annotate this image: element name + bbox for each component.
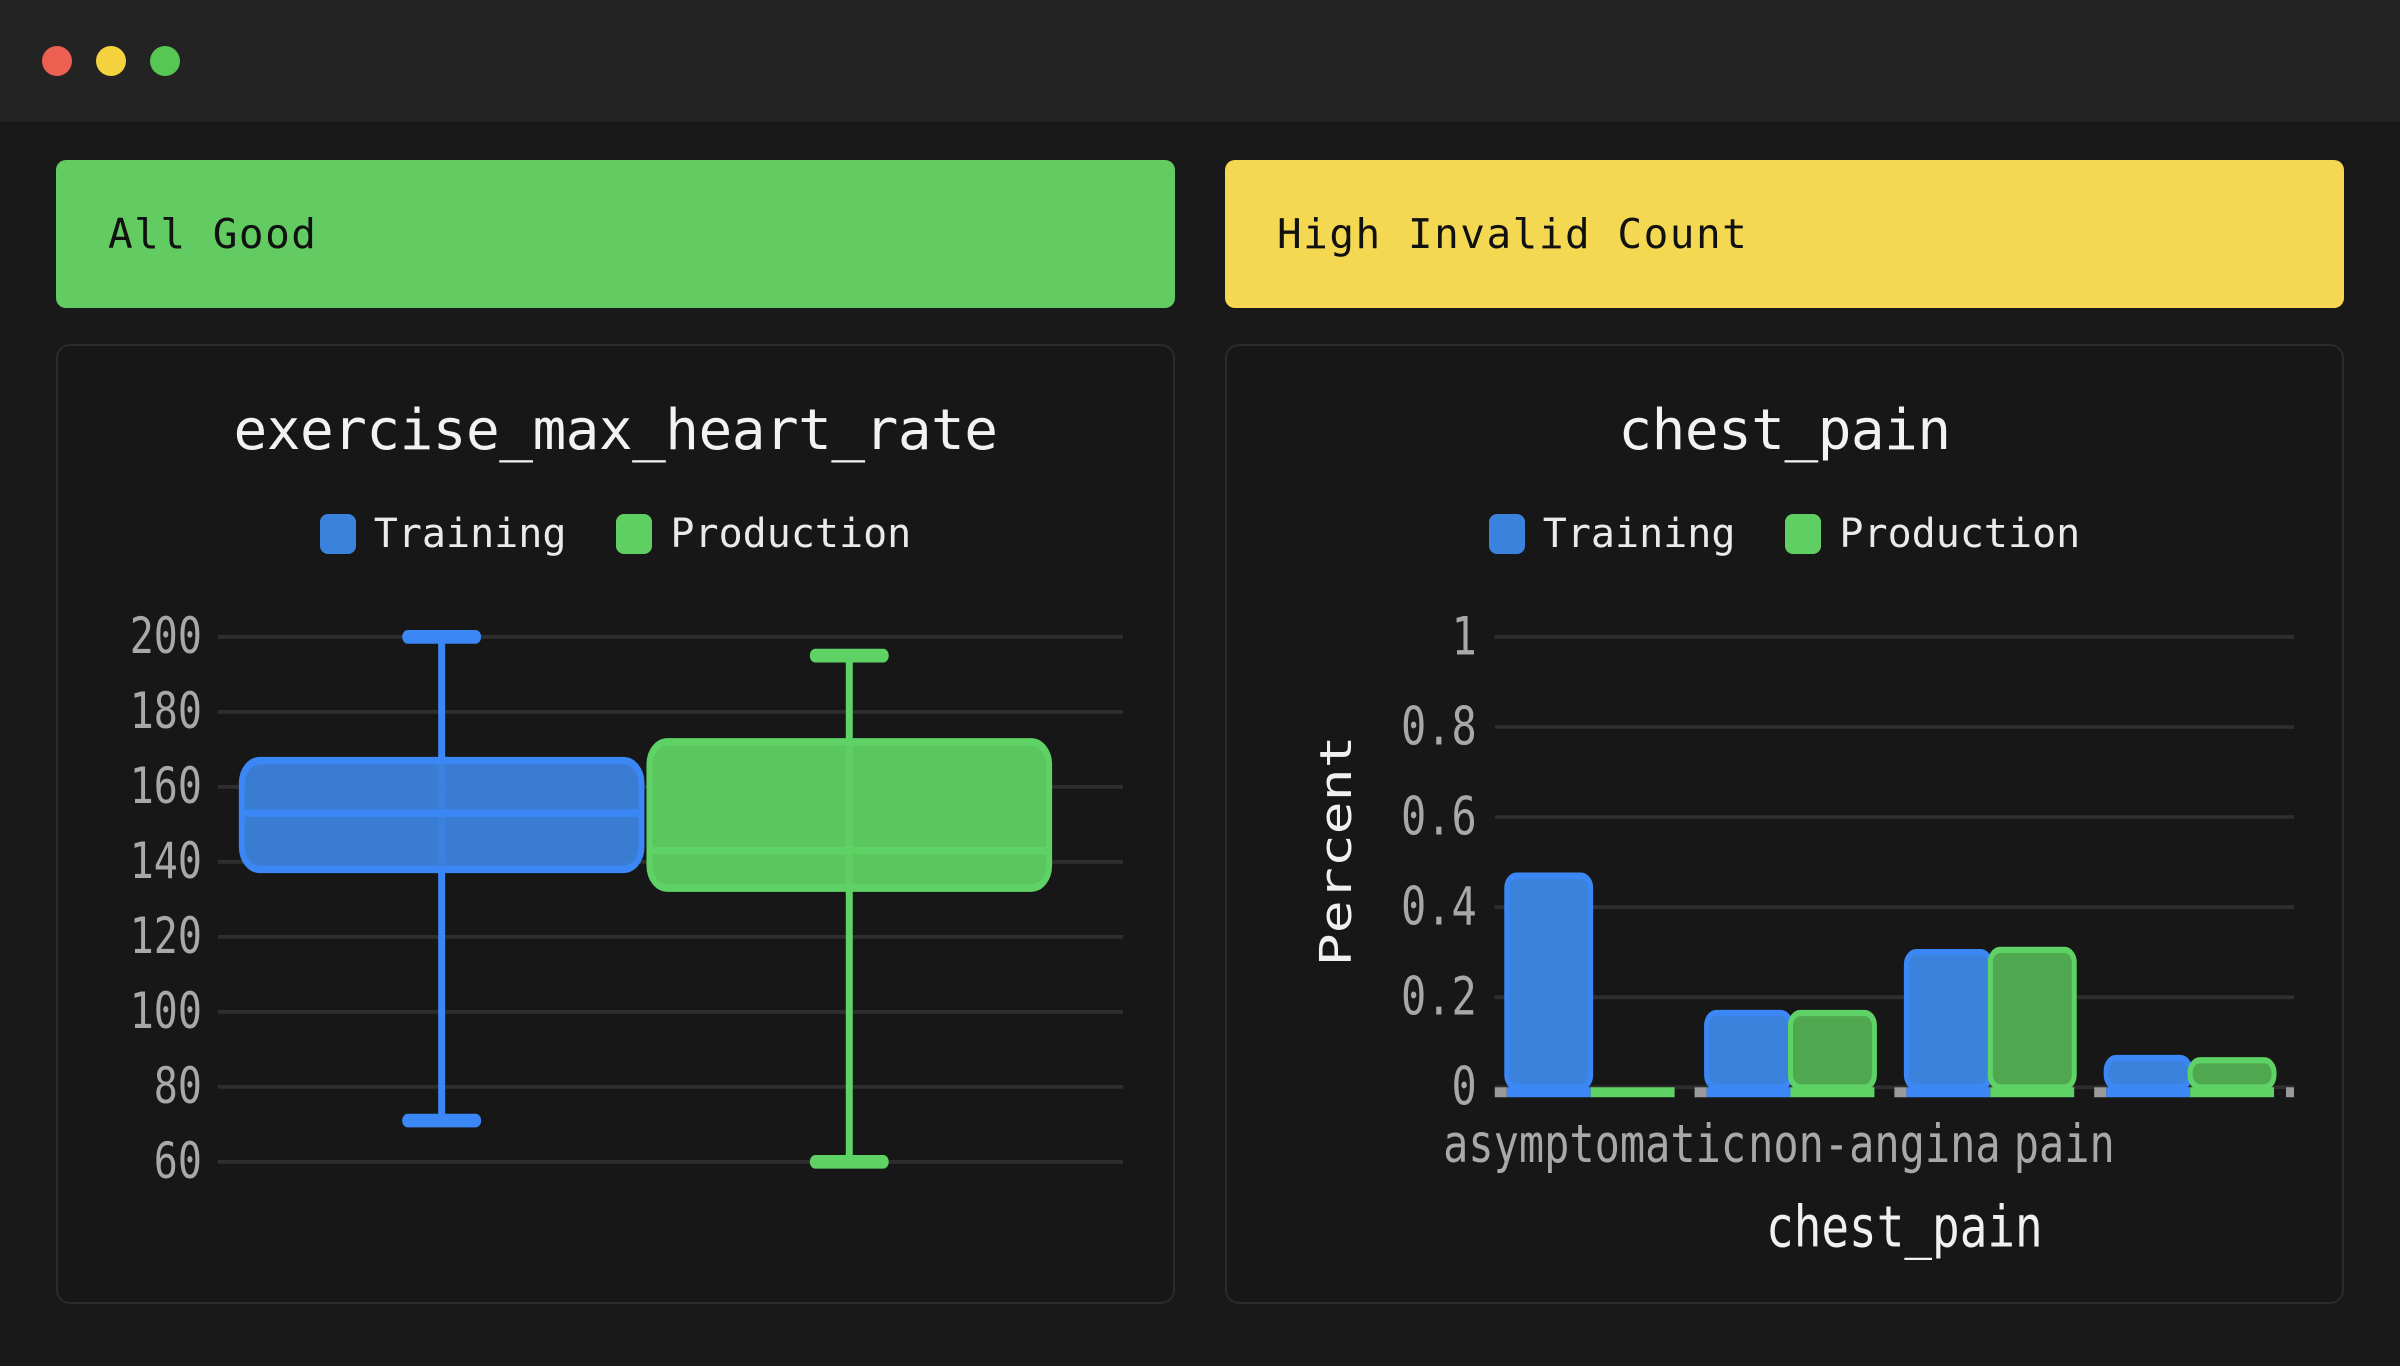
boxplot-svg: 200 180 160 140 120 100 80 60 — [86, 577, 1145, 1274]
barchart-x-tick-label: asymptomatic — [1443, 1115, 1746, 1176]
boxplot-y-tick-label: 80 — [154, 1057, 202, 1115]
boxplot-box-training[interactable] — [242, 637, 642, 1121]
legend-item-production[interactable]: Production — [1785, 511, 2080, 557]
chart-title: chest_pain — [1618, 398, 1950, 463]
legend-item-training[interactable]: Training — [1489, 511, 1736, 557]
close-button[interactable] — [42, 46, 72, 76]
barchart-x-tick-labels: asymptomaticnon-anginapain — [1443, 1115, 2115, 1176]
chart-card-row: exercise_max_heart_rate Training Product… — [56, 344, 2344, 1304]
boxplot-y-tick-label: 140 — [130, 832, 202, 890]
window-titlebar — [0, 0, 2400, 122]
barchart-bar[interactable] — [1507, 876, 1591, 1088]
legend-swatch-production-icon — [1785, 514, 1821, 554]
legend-item-training[interactable]: Training — [320, 511, 567, 557]
status-banner-row: All Good High Invalid Count — [56, 160, 2344, 308]
boxplot-y-tick-label: 100 — [130, 982, 202, 1040]
barchart-y-tick-label: 0.2 — [1401, 967, 1477, 1028]
legend-swatch-training-icon — [320, 514, 356, 554]
legend-swatch-training-icon — [1489, 514, 1525, 554]
window-controls — [42, 46, 180, 76]
chart-legend: Training Production — [320, 511, 911, 557]
minimize-button[interactable] — [96, 46, 126, 76]
legend-label-training: Training — [1543, 511, 1736, 557]
boxplot-y-tick-label: 200 — [130, 607, 202, 665]
boxplot-plot-area: 200 180 160 140 120 100 80 60 — [86, 577, 1145, 1274]
status-banner-all-good[interactable]: All Good — [56, 160, 1175, 308]
barchart-x-axis-title: chest_pain — [1766, 1195, 2043, 1261]
barchart-gridlines — [1495, 637, 2294, 1087]
chart-legend: Training Production — [1489, 511, 2080, 557]
barchart-y-tick-label: 0 — [1452, 1057, 1477, 1118]
barchart-svg: 1 0.8 0.6 0.4 0.2 0 asymptomaticnon-anginapai… — [1255, 577, 2314, 1274]
app-window: All Good High Invalid Count exercise_max… — [0, 0, 2400, 1366]
status-banner-label: All Good — [108, 210, 317, 258]
chart-card-exercise-max-heart-rate[interactable]: exercise_max_heart_rate Training Product… — [56, 344, 1175, 1304]
barchart-y-tick-label: 0.8 — [1401, 697, 1477, 758]
barchart-bar[interactable] — [1707, 1013, 1791, 1087]
barchart-x-tick-label: pain — [2014, 1115, 2115, 1176]
barchart-bar[interactable] — [2106, 1058, 2190, 1087]
barchart-y-tick-labels: 1 0.8 0.6 0.4 0.2 0 — [1401, 607, 1477, 1118]
legend-label-training: Training — [374, 511, 567, 557]
boxplot-y-tick-label: 60 — [154, 1132, 202, 1190]
barchart-y-tick-label: 1 — [1452, 607, 1477, 668]
barchart-y-tick-label: 0.6 — [1401, 787, 1477, 848]
status-banner-label: High Invalid Count — [1277, 210, 1748, 258]
legend-item-production[interactable]: Production — [616, 511, 911, 557]
boxplot-y-tick-label: 120 — [130, 907, 202, 965]
legend-swatch-production-icon — [616, 514, 652, 554]
boxplot-y-tick-label: 160 — [130, 757, 202, 815]
barchart-bar[interactable] — [1990, 950, 2074, 1087]
boxplot-series — [242, 637, 1049, 1162]
barchart-plot-area: 1 0.8 0.6 0.4 0.2 0 asymptomaticnon-anginapai… — [1255, 577, 2314, 1274]
chart-title: exercise_max_heart_rate — [234, 398, 998, 463]
maximize-button[interactable] — [150, 46, 180, 76]
barchart-y-axis-title: Percent — [1310, 735, 1361, 966]
status-banner-high-invalid-count[interactable]: High Invalid Count — [1225, 160, 2344, 308]
barchart-y-tick-label: 0.4 — [1401, 877, 1477, 938]
barchart-bar[interactable] — [1906, 952, 1990, 1087]
boxplot-y-tick-label: 180 — [130, 682, 202, 740]
dashboard-content: All Good High Invalid Count exercise_max… — [0, 122, 2400, 1366]
barchart-bar[interactable] — [2190, 1060, 2274, 1087]
legend-label-production: Production — [670, 511, 911, 557]
barchart-bar[interactable] — [1790, 1013, 1874, 1087]
boxplot-y-tick-labels: 200 180 160 140 120 100 80 60 — [130, 607, 202, 1190]
chart-card-chest-pain[interactable]: chest_pain Training Production 1 0.8 0.6 0.… — [1225, 344, 2344, 1304]
boxplot-gridlines — [218, 637, 1123, 1162]
barchart-x-tick-label: non-angina — [1748, 1115, 2001, 1176]
legend-label-production: Production — [1839, 511, 2080, 557]
